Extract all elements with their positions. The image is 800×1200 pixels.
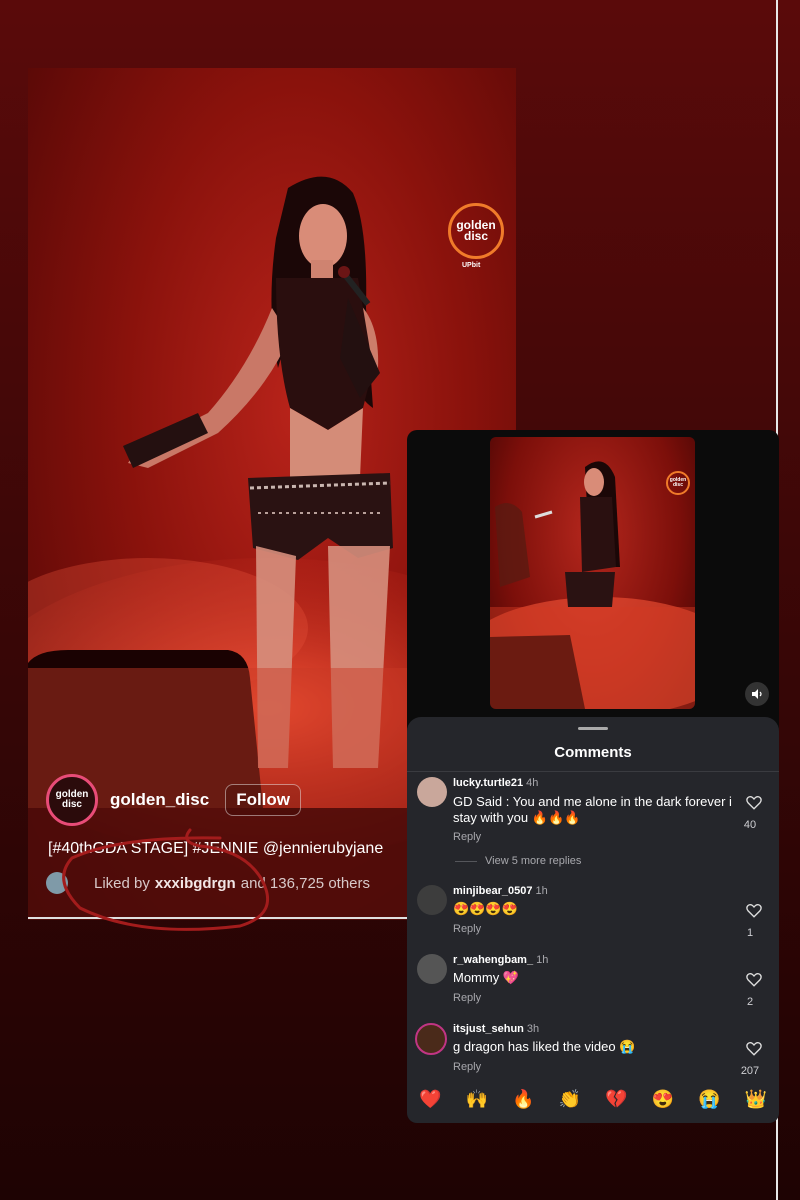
annotation-circle bbox=[62, 828, 270, 931]
